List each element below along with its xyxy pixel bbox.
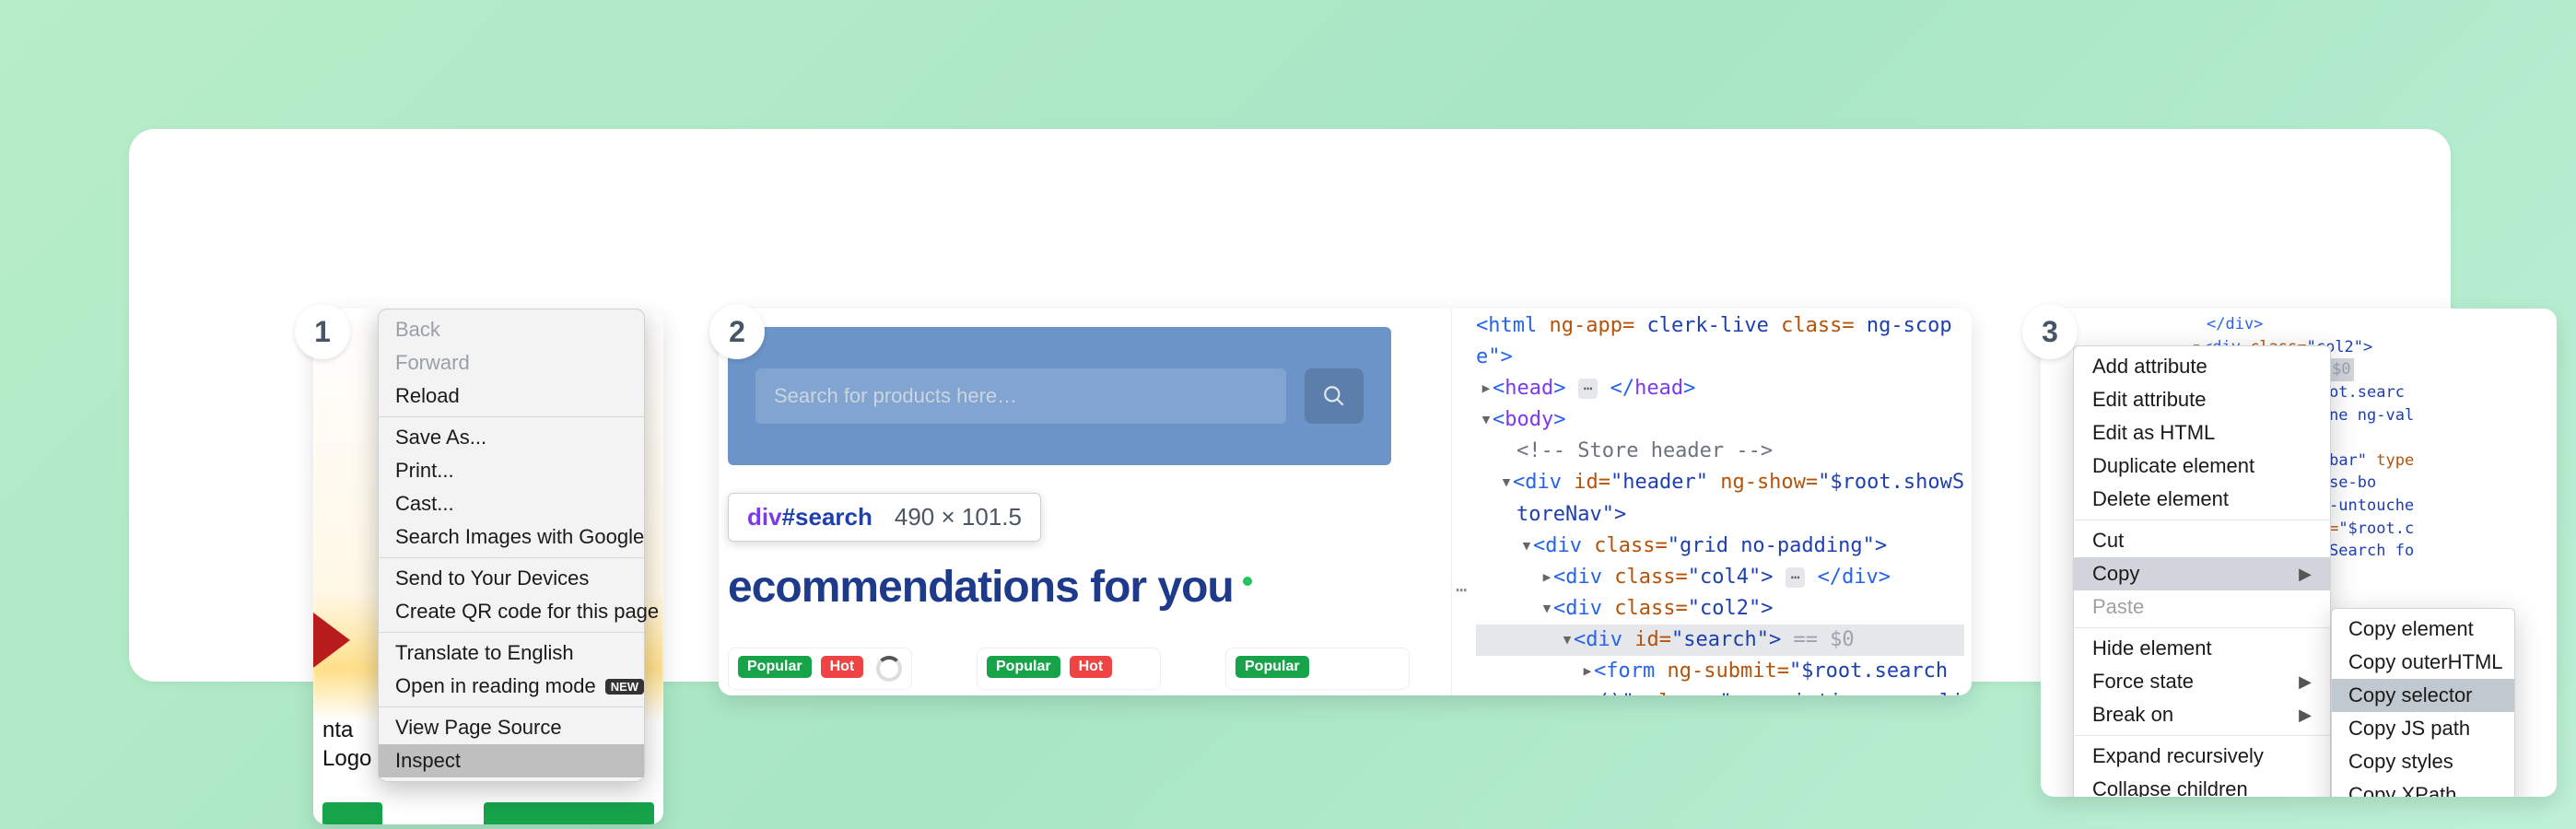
submenu-copy-outerhtml[interactable]: Copy outerHTML [2332, 646, 2514, 679]
text-line-1: nta [322, 718, 353, 742]
tooltip-dimensions: 490 × 101.5 [895, 503, 1022, 531]
code-line[interactable]: <!-- Store header --> [1476, 436, 1964, 467]
chevron-right-icon: ▶ [2299, 706, 2312, 725]
step-badge-2: 2 [709, 304, 765, 359]
menu-item-search-images[interactable]: Search Images with Google [379, 520, 644, 554]
menu-item-forward[interactable]: Forward [379, 346, 644, 379]
element-context-menu[interactable]: Add attribute Edit attribute Edit as HTM… [2073, 345, 2331, 797]
overflow-dots-icon[interactable]: ⋯ [1456, 576, 1469, 604]
code-line[interactable]: ()" class="ng-pristine ng-vali [1476, 687, 1964, 695]
product-card-row: Popular Hot Popular Hot Popular [728, 648, 1410, 690]
menu-label: Open in reading mode [395, 674, 596, 698]
menu-item-print[interactable]: Print... [379, 454, 644, 487]
menu-item-view-source[interactable]: View Page Source [379, 711, 644, 744]
code-line[interactable]: <html ng-app= clerk-live class= ng-scop [1476, 310, 1964, 342]
code-line: </div> [2207, 313, 2557, 336]
menu-separator [379, 557, 644, 558]
popular-badge: Popular [987, 656, 1060, 678]
menu-separator [2074, 735, 2330, 736]
code-line[interactable]: ▾<div id="header" ng-show="$root.showS [1476, 467, 1964, 498]
green-bar [484, 802, 654, 824]
tooltip-selector: div#search [747, 503, 872, 531]
submenu-copy-element[interactable]: Copy element [2332, 613, 2514, 646]
submenu-copy-selector[interactable]: Copy selector [2332, 679, 2514, 712]
tooltip-id: #search [782, 503, 872, 531]
menu-item-collapse-children[interactable]: Collapse children [2074, 773, 2330, 797]
menu-separator [379, 706, 644, 707]
code-line[interactable]: ▾<body> [1476, 404, 1964, 436]
code-line[interactable]: ▸<div class="col4"> ⋯ </div> [1476, 562, 1964, 593]
logo-text-fragment: nta Logo [322, 716, 371, 773]
submenu-copy-styles[interactable]: Copy styles [2332, 745, 2514, 778]
panel1-green-bars [322, 802, 654, 824]
menu-item-edit-attribute[interactable]: Edit attribute [2074, 383, 2330, 416]
code-line[interactable]: ▾<div class="col2"> [1476, 593, 1964, 625]
menu-item-reading-mode[interactable]: Open in reading mode NEW [379, 670, 644, 703]
menu-item-back[interactable]: Back [379, 313, 644, 346]
menu-item-inspect[interactable]: Inspect [379, 744, 644, 777]
product-card[interactable]: Popular Hot [977, 648, 1161, 690]
code-line[interactable]: toreNav"> [1476, 499, 1964, 531]
browser-context-menu[interactable]: Back Forward Reload Save As... Print... … [378, 309, 645, 782]
hot-badge: Hot [1070, 656, 1113, 678]
menu-item-duplicate-element[interactable]: Duplicate element [2074, 450, 2330, 483]
menu-item-delete-element[interactable]: Delete element [2074, 483, 2330, 516]
menu-item-create-qr[interactable]: Create QR code for this page [379, 595, 644, 628]
play-icon [313, 613, 350, 668]
product-card[interactable]: Popular Hot [728, 648, 912, 690]
search-button[interactable] [1305, 368, 1364, 424]
copy-submenu[interactable]: Copy element Copy outerHTML Copy selecto… [2331, 608, 2515, 797]
menu-item-force-state[interactable]: Force state▶ [2074, 665, 2330, 698]
tooltip-tag: div [747, 503, 782, 531]
devtools-elements-tree[interactable]: <html ng-app= clerk-live class= ng-scop … [1451, 309, 1972, 695]
menu-item-edit-as-html[interactable]: Edit as HTML [2074, 416, 2330, 450]
code-line[interactable]: ▸<head> ⋯ </head> [1476, 373, 1964, 404]
chevron-right-icon: ▶ [2299, 672, 2312, 692]
page-preview: Search for products here… div#search 490… [719, 309, 1451, 695]
product-card[interactable]: Popular [1225, 648, 1410, 690]
menu-item-translate[interactable]: Translate to English [379, 636, 644, 670]
menu-separator [2074, 627, 2330, 628]
step-badge-3: 3 [2022, 304, 2078, 359]
panel-devtools-elements: Search for products here… div#search 490… [719, 309, 1972, 695]
headline-text: ecommendations for you [728, 563, 1234, 612]
headline-dot-icon [1243, 577, 1252, 586]
submenu-copy-js-path[interactable]: Copy JS path [2332, 712, 2514, 745]
step-badge-1: 1 [295, 304, 350, 359]
search-icon [1322, 384, 1346, 408]
popular-badge: Popular [738, 656, 812, 678]
chevron-right-icon: ▶ [2299, 565, 2312, 584]
code-line-selected[interactable]: ▾<div id="search"> == $0 [1476, 625, 1964, 656]
page-headline: ecommendations for you [728, 562, 1252, 613]
menu-item-cut[interactable]: Cut [2074, 524, 2330, 557]
tutorial-card: 1 2 3 nta Logo Back Forward Reload Save … [129, 129, 2451, 682]
menu-item-paste[interactable]: Paste [2074, 590, 2330, 624]
text-line-2: Logo [322, 746, 371, 771]
menu-separator [379, 632, 644, 633]
popular-badge: Popular [1235, 656, 1309, 678]
panel-copy-selector: </div> ▾<div class="col2"> "search"> == … [2041, 309, 2557, 797]
loading-spinner-icon [876, 656, 902, 682]
hot-badge: Hot [821, 656, 864, 678]
menu-item-reload[interactable]: Reload [379, 379, 644, 413]
submenu-copy-xpath[interactable]: Copy XPath [2332, 778, 2514, 797]
menu-item-break-on[interactable]: Break on▶ [2074, 698, 2330, 731]
search-input[interactable]: Search for products here… [755, 368, 1286, 424]
green-bar [322, 802, 382, 824]
menu-item-cast[interactable]: Cast... [379, 487, 644, 520]
code-line[interactable]: e"> [1476, 342, 1964, 373]
menu-item-add-attribute[interactable]: Add attribute [2074, 350, 2330, 383]
menu-item-send-devices[interactable]: Send to Your Devices [379, 562, 644, 595]
code-line[interactable]: ▾<div class="grid no-padding"> [1476, 531, 1964, 562]
search-region-highlight: Search for products here… [728, 327, 1391, 465]
menu-item-save-as[interactable]: Save As... [379, 421, 644, 454]
new-badge: NEW [605, 679, 644, 695]
panel-inspect-menu: nta Logo Back Forward Reload Save As... … [313, 309, 663, 824]
menu-item-hide-element[interactable]: Hide element [2074, 632, 2330, 665]
menu-item-expand-recursively[interactable]: Expand recursively [2074, 740, 2330, 773]
menu-separator [379, 416, 644, 417]
menu-item-copy[interactable]: Copy▶ [2074, 557, 2330, 590]
element-tooltip: div#search 490 × 101.5 [728, 493, 1041, 542]
code-line[interactable]: ▸<form ng-submit="$root.search [1476, 656, 1964, 687]
